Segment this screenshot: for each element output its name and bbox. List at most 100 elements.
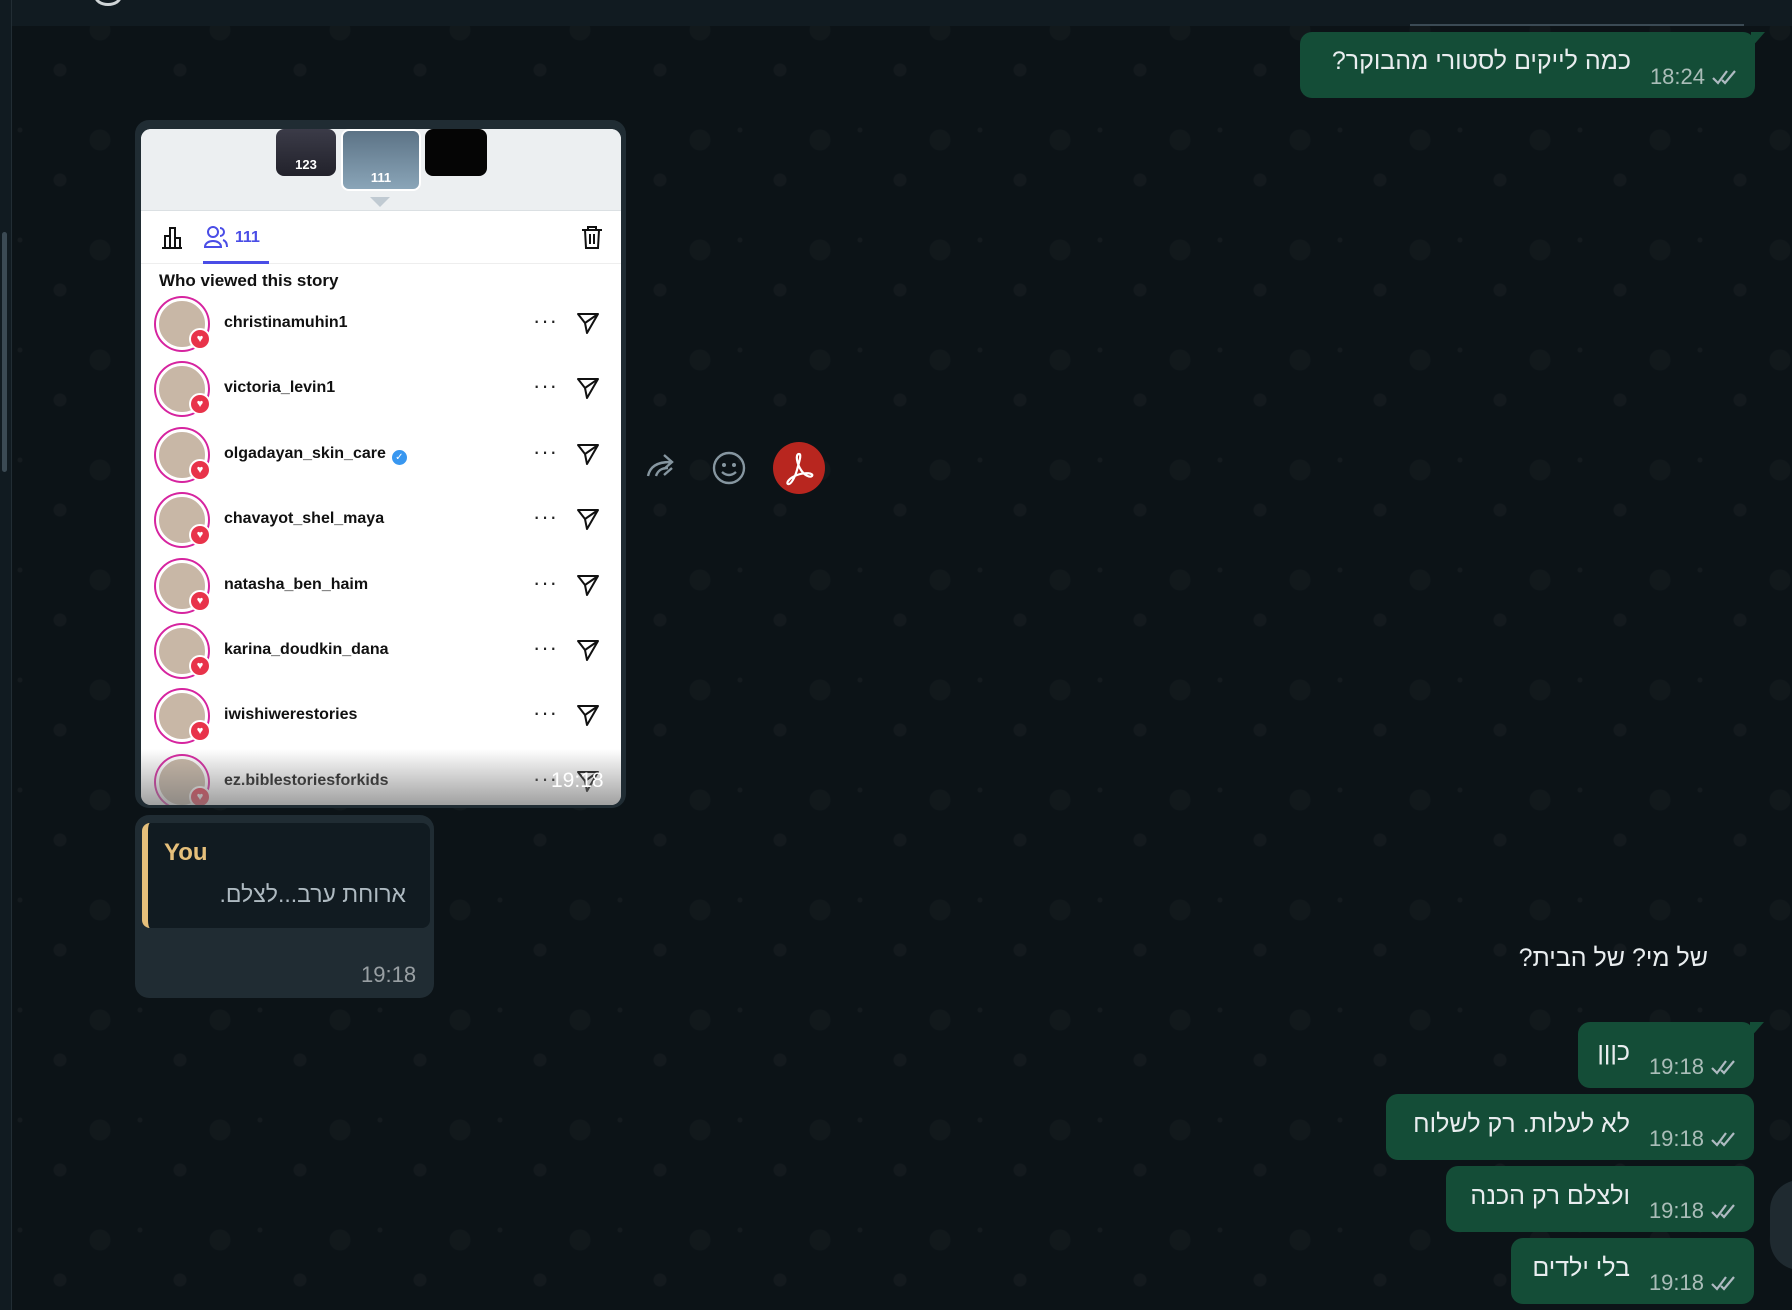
heart-icon: ♥ — [189, 458, 211, 481]
send-icon[interactable] — [575, 375, 601, 401]
message-meta: 19:18 — [1649, 1126, 1740, 1152]
left-panel-edge — [0, 0, 12, 1310]
thumbnail-count: 111 — [370, 170, 392, 185]
viewer-name-text: chavayot_shel_maya — [224, 510, 385, 528]
double-check-icon — [1711, 1132, 1735, 1147]
viewer-row[interactable]: ♥ natasha_ben_haim ··· — [141, 554, 621, 619]
reply-time: 19:18 — [361, 962, 417, 987]
top-bar — [0, 0, 1792, 26]
more-icon[interactable]: ··· — [533, 308, 558, 334]
viewer-name[interactable]: christinamuhin1 — [224, 314, 348, 332]
media-time: 19:18 — [551, 769, 604, 792]
double-check-icon — [1711, 1204, 1735, 1219]
heart-icon: ♥ — [189, 655, 211, 677]
message-text: לא לעלות. רק לשלוח — [1413, 1110, 1630, 1138]
viewer-name[interactable]: iwishiwerestories — [224, 706, 357, 724]
story-thumbnail[interactable] — [425, 129, 487, 176]
outgoing-message[interactable]: ולצלם רק הכנה 19:18 — [1446, 1166, 1754, 1232]
viewer-name-text: christinamuhin1 — [224, 314, 348, 331]
more-icon[interactable]: ··· — [533, 700, 558, 726]
story-thumbnail-selected[interactable]: 111 — [341, 129, 421, 191]
double-check-icon — [1711, 1060, 1735, 1075]
viewer-name-text: iwishiwerestories — [224, 706, 358, 724]
menu-icon[interactable] — [94, 0, 122, 6]
send-icon[interactable] — [575, 506, 601, 532]
viewers-list-title: Who viewed this story — [159, 271, 339, 290]
viewer-name-text: victoria_levin1 — [224, 379, 336, 397]
selected-pointer — [370, 197, 390, 207]
viewer-row[interactable]: ♥ victoria_levin1 ··· — [141, 357, 621, 422]
double-check-icon — [1711, 1276, 1735, 1291]
message-time: 19:18 — [1648, 1198, 1704, 1223]
send-icon[interactable] — [575, 702, 601, 728]
thumbnail-count: 123 — [295, 157, 317, 172]
quoted-message[interactable]: You ארוחת ערב...לצלם. — [142, 823, 430, 928]
heart-icon: ♥ — [189, 720, 211, 743]
story-thumbnail[interactable]: 123 — [276, 129, 336, 176]
quote-author: You — [164, 839, 208, 866]
viewer-name[interactable]: natasha_ben_haim — [224, 576, 368, 594]
message-time: 19:18 — [1648, 1126, 1704, 1151]
viewer-row[interactable]: ♥ chavayot_shel_maya ··· — [141, 488, 621, 553]
forward-icon[interactable] — [640, 444, 688, 492]
verified-icon: ✓ — [391, 449, 407, 465]
viewer-name-text: karina_doudkin_dana — [224, 641, 389, 658]
outgoing-message[interactable]: בלי ילדים 19:18 — [1511, 1238, 1754, 1304]
bottom-fade — [141, 749, 621, 805]
more-icon[interactable]: ··· — [533, 570, 558, 596]
viewers-tab[interactable]: 111 — [203, 212, 269, 264]
more-icon[interactable]: ··· — [533, 635, 558, 661]
story-viewers-screenshot[interactable]: 123 111 111 Who viewed this story ♥ chris… — [141, 129, 621, 805]
trash-icon[interactable] — [579, 224, 605, 250]
double-check-icon — [1712, 70, 1736, 85]
heart-icon: ♥ — [189, 328, 211, 350]
scroll-down-button[interactable] — [1770, 1180, 1792, 1270]
send-icon[interactable] — [575, 310, 601, 336]
viewer-name[interactable]: olgadayan_skin_care ✓ — [224, 445, 407, 465]
story-tabs: 111 — [141, 212, 621, 264]
viewers-count: 111 — [235, 229, 260, 246]
emoji-icon[interactable] — [705, 444, 753, 492]
message-meta: 19:18 — [1649, 1054, 1740, 1080]
pdf-icon — [786, 452, 814, 486]
outgoing-message[interactable]: לא לעלות. רק לשלוח 19:18 — [1386, 1094, 1754, 1160]
heart-icon: ♥ — [189, 524, 211, 547]
message-time: 19:18 — [1648, 1054, 1704, 1079]
viewer-name[interactable]: chavayot_shel_maya — [224, 510, 384, 528]
send-icon[interactable] — [575, 637, 601, 663]
message-text: כןןן — [1597, 1038, 1630, 1066]
viewer-name-text: olgadayan_skin_care — [224, 444, 386, 462]
viewer-name[interactable]: victoria_levin1 — [224, 379, 335, 397]
message-meta: 19:18 — [1649, 1270, 1740, 1296]
left-scrollbar[interactable] — [2, 232, 7, 472]
viewer-row[interactable]: ♥ christinamuhin1 ··· — [141, 292, 621, 357]
message-time: 18:24 — [1649, 64, 1705, 89]
heart-icon: ♥ — [189, 589, 211, 612]
heart-icon: ♥ — [189, 393, 211, 416]
viewers-icon — [203, 226, 228, 248]
more-icon[interactable]: ··· — [533, 439, 558, 465]
pdf-button[interactable] — [773, 442, 825, 494]
viewer-row[interactable]: ♥ olgadayan_skin_care ✓ ··· — [141, 423, 621, 488]
story-thumbnails-strip: 123 111 — [141, 129, 621, 211]
outgoing-message[interactable]: כמה לייקים לסטורי מהבוקר? 18:24 — [1300, 32, 1765, 98]
viewer-row[interactable]: ♥ iwishiwerestories ··· — [141, 684, 621, 749]
send-icon[interactable] — [575, 441, 601, 467]
message-meta: 18:24 — [1650, 64, 1741, 90]
message-meta: 19:18 — [1649, 1198, 1740, 1224]
viewer-row[interactable]: ♥ karina_doudkin_dana ··· — [141, 619, 621, 684]
message-text: כמה לייקים לסטורי מהבוקר? — [1331, 47, 1631, 75]
outgoing-message[interactable]: כןןן 19:18 — [1578, 1022, 1764, 1088]
chart-icon[interactable] — [159, 224, 185, 250]
more-icon[interactable]: ··· — [533, 504, 558, 530]
top-divider — [1410, 24, 1744, 26]
more-icon[interactable]: ··· — [533, 373, 558, 399]
viewer-name[interactable]: karina_doudkin_dana — [224, 641, 389, 659]
quote-text: ארוחת ערב...לצלם. — [219, 881, 406, 907]
reply-text: של מי? של הבית? — [1518, 944, 1708, 972]
message-text: בלי ילדים — [1532, 1254, 1630, 1282]
send-icon[interactable] — [575, 572, 601, 598]
chat-background: כמה לייקים לסטורי מהבוקר? 18:24 123 111 … — [0, 0, 1792, 1310]
message-time: 19:18 — [1648, 1270, 1704, 1295]
message-text: ולצלם רק הכנה — [1470, 1182, 1630, 1210]
